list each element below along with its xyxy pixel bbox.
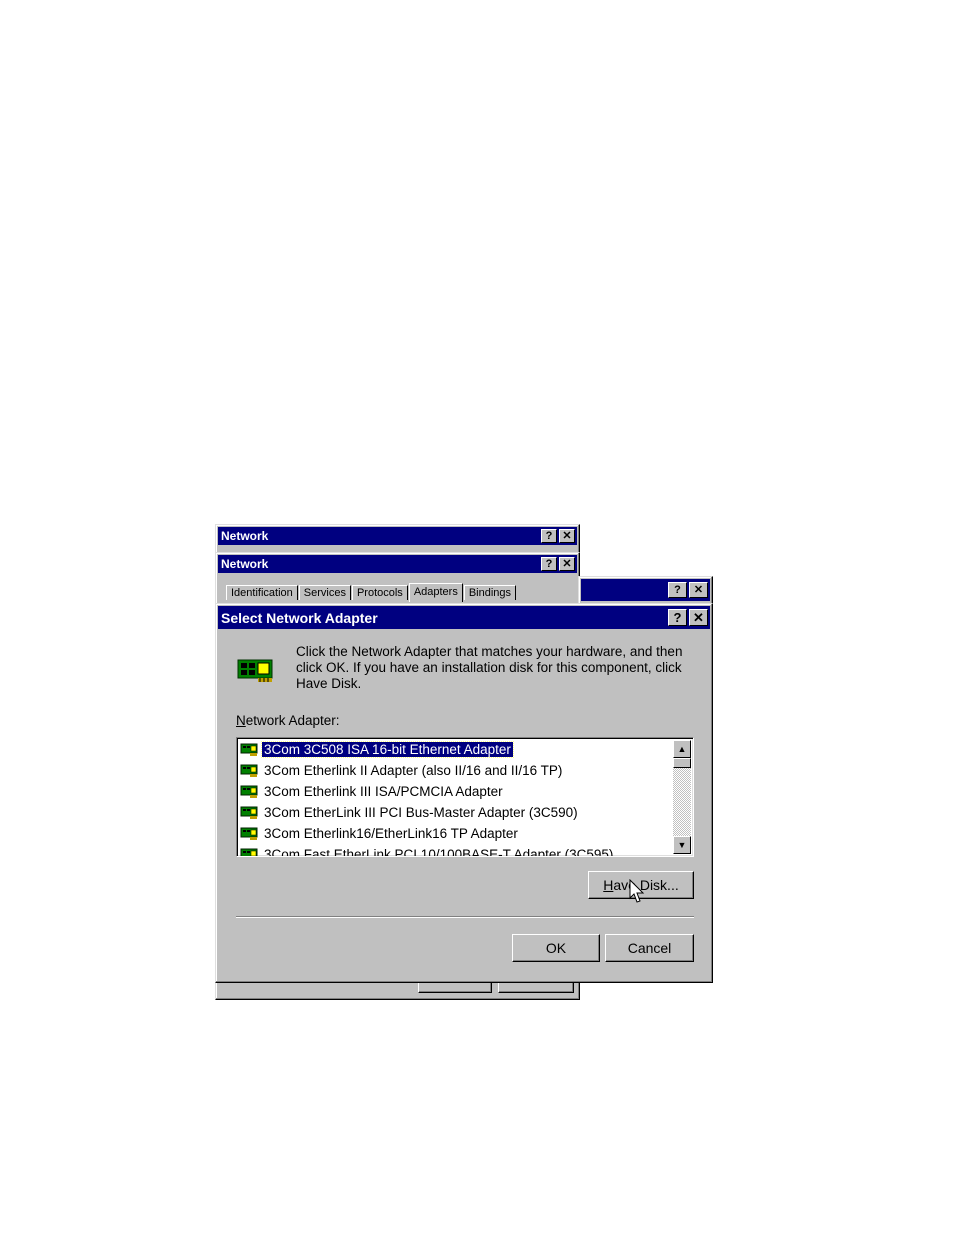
network-window-back-title: Network bbox=[221, 529, 269, 543]
network-window-title: Network bbox=[221, 557, 269, 571]
have-disk-label: ave Disk... bbox=[613, 877, 679, 893]
scroll-down-button[interactable]: ▼ bbox=[673, 836, 691, 854]
scroll-up-button[interactable]: ▲ bbox=[673, 740, 691, 758]
close-button[interactable]: ✕ bbox=[689, 609, 708, 626]
select-network-adapter-dialog: Select Network Adapter ? ✕ Click the Net… bbox=[215, 603, 713, 983]
tab-bindings[interactable]: Bindings bbox=[463, 585, 517, 600]
instructions-line-3: Have Disk. bbox=[296, 676, 362, 691]
list-item[interactable]: 3Com 3C508 ISA 16-bit Ethernet Adapter bbox=[240, 739, 514, 759]
tab-adapters[interactable]: Adapters bbox=[408, 583, 463, 602]
list-item-label: 3Com Etherlink III ISA/PCMCIA Adapter bbox=[264, 783, 503, 799]
network-card-icon bbox=[240, 742, 260, 757]
list-item-label: 3Com 3C508 ISA 16-bit Ethernet Adapter bbox=[261, 740, 514, 758]
close-button[interactable]: ✕ bbox=[689, 582, 708, 598]
network-adapter-label-accel: N bbox=[236, 713, 246, 728]
list-item[interactable]: 3Com Etherlink III ISA/PCMCIA Adapter bbox=[240, 781, 505, 801]
adapter-listbox[interactable]: 3Com 3C508 ISA 16-bit Ethernet Adapter 3… bbox=[236, 737, 694, 857]
instructions: Click the Network Adapter that matches y… bbox=[296, 644, 696, 692]
list-item-label: 3Com Fast EtherLink PCI 10/100BASE-T Ada… bbox=[264, 846, 614, 857]
help-button[interactable]: ? bbox=[668, 582, 687, 598]
close-button[interactable]: ✕ bbox=[559, 557, 575, 571]
network-window-titlebar[interactable]: Network ? ✕ bbox=[218, 555, 577, 573]
network-card-icon bbox=[236, 656, 278, 686]
network-card-icon bbox=[240, 805, 260, 820]
instructions-line-2: click OK. If you have an installation di… bbox=[296, 660, 682, 675]
list-item-label: 3Com EtherLink III PCI Bus-Master Adapte… bbox=[264, 804, 578, 820]
network-adapter-label: Network Adapter: bbox=[236, 713, 340, 728]
list-item[interactable]: 3Com Fast EtherLink PCI 10/100BASE-T Ada… bbox=[240, 844, 615, 857]
close-button[interactable]: ✕ bbox=[559, 529, 575, 543]
dialog-title: Select Network Adapter bbox=[221, 609, 378, 626]
network-card-icon bbox=[240, 826, 260, 841]
list-item-label: 3Com Etherlink II Adapter (also II/16 an… bbox=[264, 762, 563, 778]
dialog-titlebar[interactable]: Select Network Adapter ? ✕ bbox=[218, 606, 710, 629]
help-button[interactable]: ? bbox=[668, 609, 687, 626]
ok-button[interactable]: OK bbox=[512, 934, 600, 962]
tab-services[interactable]: Services bbox=[298, 585, 351, 600]
scroll-thumb[interactable] bbox=[673, 758, 691, 768]
cancel-button[interactable]: Cancel bbox=[605, 934, 694, 962]
network-window-back-titlebar[interactable]: Network ? ✕ bbox=[218, 527, 577, 545]
network-card-icon bbox=[240, 847, 260, 856]
help-button[interactable]: ? bbox=[541, 529, 557, 543]
tab-protocols[interactable]: Protocols bbox=[351, 585, 408, 600]
list-item[interactable]: 3Com Etherlink16/EtherLink16 TP Adapter bbox=[240, 823, 520, 843]
have-disk-accel: H bbox=[603, 877, 614, 893]
instructions-line-1: Click the Network Adapter that matches y… bbox=[296, 644, 683, 659]
mouse-cursor-icon bbox=[629, 878, 645, 905]
network-card-icon bbox=[240, 763, 260, 778]
network-tabs: Identification Services Protocols Adapte… bbox=[226, 583, 517, 602]
help-button[interactable]: ? bbox=[541, 557, 557, 571]
network-adapter-label-text: etwork Adapter: bbox=[245, 713, 340, 728]
adapter-window-titlebar[interactable]: ? ✕ bbox=[581, 579, 710, 601]
list-item-label: 3Com Etherlink16/EtherLink16 TP Adapter bbox=[264, 825, 518, 841]
adapter-window: ? ✕ bbox=[578, 576, 713, 606]
separator bbox=[236, 916, 694, 918]
tab-identification[interactable]: Identification bbox=[226, 585, 298, 600]
list-item[interactable]: 3Com EtherLink III PCI Bus-Master Adapte… bbox=[240, 802, 580, 822]
network-card-icon bbox=[240, 784, 260, 799]
vertical-scrollbar[interactable]: ▲ ▼ bbox=[673, 740, 691, 854]
list-item[interactable]: 3Com Etherlink II Adapter (also II/16 an… bbox=[240, 760, 564, 780]
